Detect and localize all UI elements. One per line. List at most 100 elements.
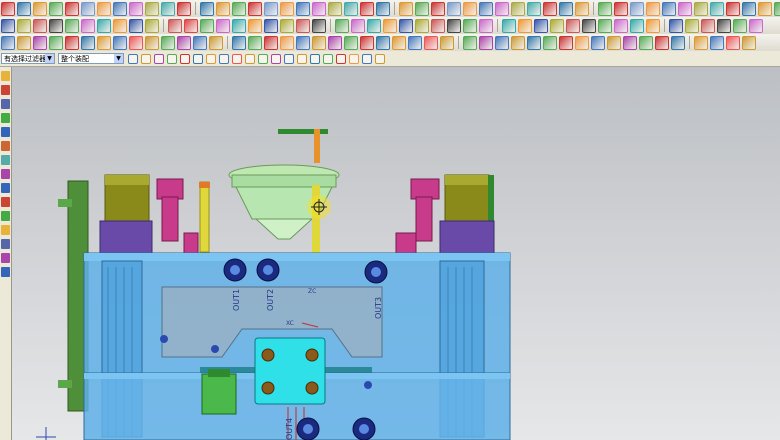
toolbar-tool-icon[interactable]: [248, 1, 262, 16]
toolbar-tool-icon[interactable]: [527, 1, 541, 16]
resource-tab-icon[interactable]: [1, 197, 10, 207]
toolbar-tool-icon[interactable]: [678, 1, 692, 16]
toolbar-tool-icon[interactable]: [543, 35, 557, 50]
toolbar-tool-icon[interactable]: [113, 1, 127, 16]
resource-tab-icon[interactable]: [1, 155, 10, 165]
toolbar-tool-icon[interactable]: [367, 18, 381, 33]
toolbar-tool-icon[interactable]: [1, 35, 15, 50]
toolbar-tool-icon[interactable]: [392, 35, 406, 50]
toolbar-tool-icon[interactable]: [607, 35, 621, 50]
toolbar-tool-icon[interactable]: [312, 35, 326, 50]
snap-point-icon[interactable]: [323, 53, 333, 64]
snap-point-icon[interactable]: [245, 53, 255, 64]
toolbar-tool-icon[interactable]: [81, 35, 95, 50]
toolbar-tool-icon[interactable]: [113, 35, 127, 50]
toolbar-tool-icon[interactable]: [447, 18, 461, 33]
resource-tab-icon[interactable]: [1, 239, 10, 249]
toolbar-tool-icon[interactable]: [614, 18, 628, 33]
toolbar-tool-icon[interactable]: [264, 1, 278, 16]
toolbar-tool-icon[interactable]: [566, 18, 580, 33]
toolbar-tool-icon[interactable]: [655, 35, 669, 50]
toolbar-tool-icon[interactable]: [710, 35, 724, 50]
toolbar-tool-icon[interactable]: [97, 1, 111, 16]
toolbar-tool-icon[interactable]: [518, 18, 532, 33]
toolbar-tool-icon[interactable]: [280, 1, 294, 16]
toolbar-tool-icon[interactable]: [200, 1, 214, 16]
toolbar-tool-icon[interactable]: [184, 18, 198, 33]
toolbar-tool-icon[interactable]: [376, 35, 390, 50]
resource-tab-icon[interactable]: [1, 99, 10, 109]
toolbar-tool-icon[interactable]: [671, 35, 685, 50]
toolbar-tool-icon[interactable]: [575, 35, 589, 50]
snap-point-icon[interactable]: [271, 53, 281, 64]
toolbar-tool-icon[interactable]: [216, 1, 230, 16]
snap-point-icon[interactable]: [154, 53, 164, 64]
toolbar-tool-icon[interactable]: [415, 1, 429, 16]
toolbar-tool-icon[interactable]: [209, 35, 223, 50]
toolbar-tool-icon[interactable]: [534, 18, 548, 33]
toolbar-tool-icon[interactable]: [479, 35, 493, 50]
toolbar-tool-icon[interactable]: [312, 1, 326, 16]
toolbar-tool-icon[interactable]: [685, 18, 699, 33]
toolbar-tool-icon[interactable]: [145, 18, 159, 33]
resource-tab-icon[interactable]: [1, 127, 10, 137]
toolbar-tool-icon[interactable]: [33, 18, 47, 33]
toolbar-tool-icon[interactable]: [575, 1, 589, 16]
toolbar-tool-icon[interactable]: [440, 35, 454, 50]
toolbar-tool-icon[interactable]: [129, 18, 143, 33]
toolbar-tool-icon[interactable]: [701, 18, 715, 33]
toolbar-tool-icon[interactable]: [495, 35, 509, 50]
toolbar-tool-icon[interactable]: [33, 1, 47, 16]
snap-point-icon[interactable]: [219, 53, 229, 64]
toolbar-tool-icon[interactable]: [161, 1, 175, 16]
toolbar-tool-icon[interactable]: [710, 1, 724, 16]
toolbar-tool-icon[interactable]: [479, 1, 493, 16]
snap-point-icon[interactable]: [284, 53, 294, 64]
snap-point-icon[interactable]: [362, 53, 372, 64]
toolbar-tool-icon[interactable]: [248, 18, 262, 33]
resource-tab-icon[interactable]: [1, 169, 10, 179]
toolbar-tool-icon[interactable]: [17, 18, 31, 33]
toolbar-tool-icon[interactable]: [582, 18, 596, 33]
toolbar-tool-icon[interactable]: [463, 1, 477, 16]
toolbar-tool-icon[interactable]: [81, 18, 95, 33]
toolbar-tool-icon[interactable]: [694, 1, 708, 16]
toolbar-tool-icon[interactable]: [65, 35, 79, 50]
toolbar-tool-icon[interactable]: [328, 1, 342, 16]
toolbar-tool-icon[interactable]: [177, 35, 191, 50]
toolbar-tool-icon[interactable]: [495, 1, 509, 16]
chevron-down-icon[interactable]: ▼: [45, 54, 54, 63]
toolbar-tool-icon[interactable]: [168, 18, 182, 33]
snap-point-icon[interactable]: [141, 53, 151, 64]
toolbar-tool-icon[interactable]: [65, 1, 79, 16]
toolbar-tool-icon[interactable]: [129, 1, 143, 16]
toolbar-tool-icon[interactable]: [502, 18, 516, 33]
toolbar-tool-icon[interactable]: [344, 1, 358, 16]
toolbar-tool-icon[interactable]: [758, 1, 772, 16]
toolbar-tool-icon[interactable]: [49, 1, 63, 16]
toolbar-tool-icon[interactable]: [726, 35, 740, 50]
toolbar-tool-icon[interactable]: [17, 1, 31, 16]
snap-point-icon[interactable]: [310, 53, 320, 64]
toolbar-tool-icon[interactable]: [543, 1, 557, 16]
toolbar-tool-icon[interactable]: [360, 35, 374, 50]
toolbar-tool-icon[interactable]: [749, 18, 763, 33]
toolbar-tool-icon[interactable]: [733, 18, 747, 33]
toolbar-tool-icon[interactable]: [49, 35, 63, 50]
toolbar-tool-icon[interactable]: [774, 1, 780, 16]
toolbar-tool-icon[interactable]: [193, 35, 207, 50]
toolbar-tool-icon[interactable]: [424, 35, 438, 50]
chevron-down-icon[interactable]: ▼: [114, 54, 123, 63]
snap-point-icon[interactable]: [232, 53, 242, 64]
toolbar-tool-icon[interactable]: [630, 1, 644, 16]
snap-point-icon[interactable]: [167, 53, 177, 64]
toolbar-tool-icon[interactable]: [694, 35, 708, 50]
toolbar-tool-icon[interactable]: [280, 18, 294, 33]
toolbar-tool-icon[interactable]: [399, 18, 413, 33]
snap-point-icon[interactable]: [180, 53, 190, 64]
toolbar-tool-icon[interactable]: [399, 1, 413, 16]
toolbar-tool-icon[interactable]: [161, 35, 175, 50]
snap-point-icon[interactable]: [349, 53, 359, 64]
resource-tab-icon[interactable]: [1, 183, 10, 193]
toolbar-tool-icon[interactable]: [296, 1, 310, 16]
